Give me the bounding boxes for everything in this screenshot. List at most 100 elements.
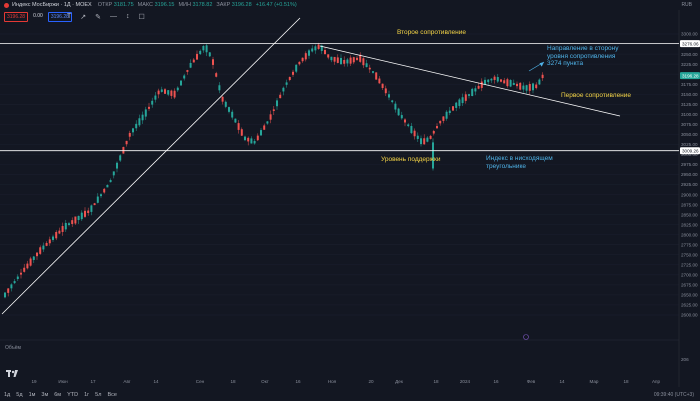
candle-body	[100, 194, 102, 197]
tf-1y[interactable]: 1г	[84, 392, 89, 398]
tf-1d[interactable]: 1д	[4, 392, 10, 398]
candle-body	[13, 281, 16, 284]
candle-body	[314, 46, 317, 51]
candle-body	[362, 58, 365, 66]
time-tick-label: Фев	[527, 379, 536, 384]
candle-body	[298, 61, 301, 65]
candle-body	[106, 184, 109, 188]
time-tick-label: 16	[295, 379, 301, 384]
candle-body	[202, 45, 205, 51]
candle-body	[183, 75, 186, 79]
candle-body	[224, 101, 227, 107]
candle-body	[32, 256, 35, 260]
candle-body	[429, 135, 432, 139]
candle-body	[55, 232, 58, 239]
candle-body	[68, 223, 70, 225]
candle-body	[87, 210, 90, 214]
candle-body	[317, 44, 320, 49]
candle-body	[512, 82, 515, 85]
candle-body	[516, 83, 518, 87]
candle-body	[234, 118, 237, 123]
candle-body	[420, 138, 422, 145]
candle-body	[36, 252, 38, 257]
candle-body	[279, 94, 282, 99]
candle-body	[151, 100, 154, 105]
price-tick-label: 2750.00	[681, 252, 698, 257]
candle-body	[352, 57, 355, 63]
candle-body	[468, 94, 470, 96]
tf-1m[interactable]: 1м	[29, 392, 36, 398]
candle-body	[394, 103, 397, 110]
candle-body	[164, 89, 166, 94]
candle-body	[522, 85, 525, 90]
candle-body	[77, 215, 80, 220]
candle-body	[61, 226, 64, 232]
candle-body	[295, 64, 298, 72]
uptrend-line	[1, 17, 301, 315]
time-tick-label: Дек	[395, 379, 404, 384]
candle-body	[269, 114, 272, 120]
tf-5d[interactable]: 5д	[16, 392, 22, 398]
candle-body	[39, 247, 42, 254]
candle-body	[276, 100, 278, 107]
tf-all[interactable]: Все	[107, 392, 116, 398]
candle-body	[282, 87, 285, 92]
candle-body	[292, 71, 294, 75]
candle-body	[477, 85, 480, 89]
candle-body	[506, 79, 509, 87]
price-tick-label: 3025.00	[681, 142, 698, 147]
candle-body	[154, 95, 157, 100]
support-label: Уровень поддержки	[381, 156, 441, 163]
candle-body	[29, 258, 32, 266]
candle-body	[416, 135, 419, 139]
candle-body	[148, 106, 150, 109]
candle-body	[192, 59, 195, 63]
candle-body	[170, 90, 173, 96]
price-tick-label: 3100.00	[681, 112, 698, 117]
candle-body	[186, 70, 189, 72]
time-tick-label: Окт	[261, 379, 270, 384]
candle-body	[519, 82, 522, 90]
price-tick-label: 3225.00	[681, 62, 698, 67]
direction-note: Направление в сторону уровня сопротивлен…	[547, 45, 619, 67]
candle-body	[208, 52, 211, 57]
candle-body	[84, 210, 86, 217]
candle-body	[426, 137, 429, 142]
candle-body	[391, 100, 394, 103]
volume-label: Объём	[5, 345, 21, 351]
volume-tick-label: 206	[681, 357, 689, 362]
tf-6m[interactable]: 6м	[54, 392, 61, 398]
time-tick-label: 16	[493, 379, 499, 384]
candle-body	[356, 57, 358, 60]
candle-body	[509, 80, 512, 87]
price-tick-label: 2850.00	[681, 212, 698, 217]
candle-body	[221, 96, 224, 102]
tf-5y[interactable]: 5л	[95, 392, 101, 398]
tf-3m[interactable]: 3м	[41, 392, 48, 398]
candle-body	[458, 99, 461, 106]
candle-body	[372, 71, 374, 73]
candle-body	[4, 292, 6, 298]
price-tick-label: 2725.00	[681, 263, 698, 268]
candle-body	[256, 135, 259, 141]
candle-body	[247, 137, 250, 142]
candle-body	[215, 73, 218, 77]
candle-body	[349, 57, 352, 64]
candle-body	[96, 196, 99, 203]
candle-body	[452, 106, 454, 111]
candle-body	[324, 49, 326, 55]
time-tick-label: Июн	[58, 379, 68, 384]
price-tick-label: 2925.00	[681, 182, 698, 187]
candle-body	[404, 119, 406, 123]
candle-body	[228, 107, 230, 112]
tf-ytd[interactable]: YTD	[67, 392, 78, 398]
price-tick-label: 2700.00	[681, 273, 698, 278]
price-tick-label: 2975.00	[681, 162, 698, 167]
candle-body	[122, 146, 125, 154]
candle-body	[327, 54, 330, 58]
candle-body	[23, 267, 26, 272]
time-tick-label: Апр	[652, 379, 661, 384]
price-tick-label: 3175.00	[681, 82, 698, 87]
candle-body	[471, 88, 474, 97]
candle-body	[535, 84, 538, 89]
